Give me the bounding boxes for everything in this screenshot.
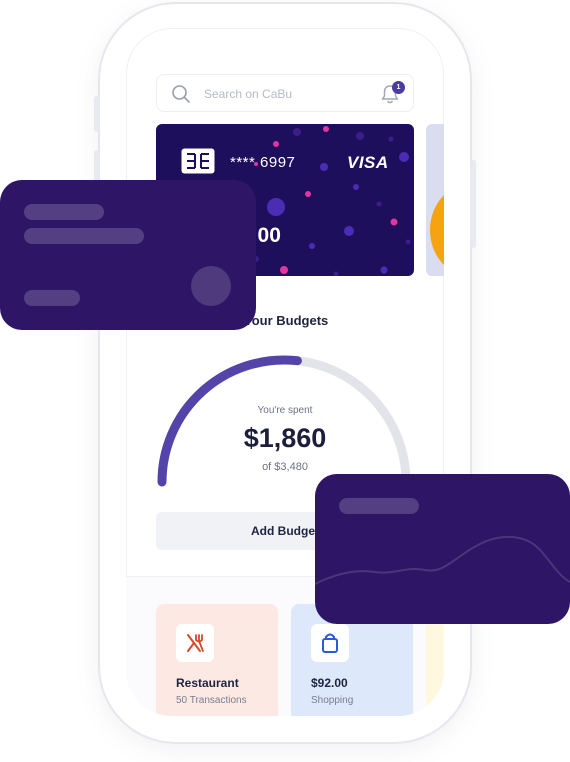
search-icon (172, 85, 190, 103)
placeholder-line (24, 228, 144, 244)
spent-label: You're spent (257, 405, 313, 416)
card-brand-logo: VISA (347, 153, 389, 172)
category-title: Restaurant (176, 676, 239, 690)
category-icon-box (176, 624, 214, 662)
budget-total: of $3,480 (262, 461, 308, 473)
placeholder-line (24, 290, 80, 306)
category-subtitle: Shopping (311, 695, 354, 706)
phone-side-button (94, 96, 99, 132)
category-icon-box (311, 624, 349, 662)
placeholder-line (24, 204, 104, 220)
card-chip-icon (181, 148, 215, 174)
search-input[interactable]: Search on CaBu (204, 87, 292, 101)
phone-power-button (471, 160, 476, 248)
category-subtitle: 50 Transactions (176, 695, 247, 706)
floating-card-left (0, 180, 256, 330)
secondary-card[interactable] (426, 124, 444, 276)
category-card-restaurant[interactable]: Restaurant 50 Transactions (156, 604, 278, 716)
card-number: **** 6997 (230, 154, 296, 171)
sparkline-graphic (315, 536, 570, 585)
shopping-bag-icon (322, 633, 338, 653)
floating-card-right (315, 474, 570, 624)
search-bar[interactable]: Search on CaBu 1 (156, 74, 414, 112)
section-title: Your Budgets (244, 313, 329, 328)
category-title: $92.00 (311, 676, 348, 690)
utensils-icon (187, 634, 204, 652)
spent-amount: $1,860 (243, 423, 327, 453)
placeholder-circle (191, 266, 231, 306)
notification-badge: 1 (392, 81, 405, 94)
card-decoration (430, 184, 444, 276)
